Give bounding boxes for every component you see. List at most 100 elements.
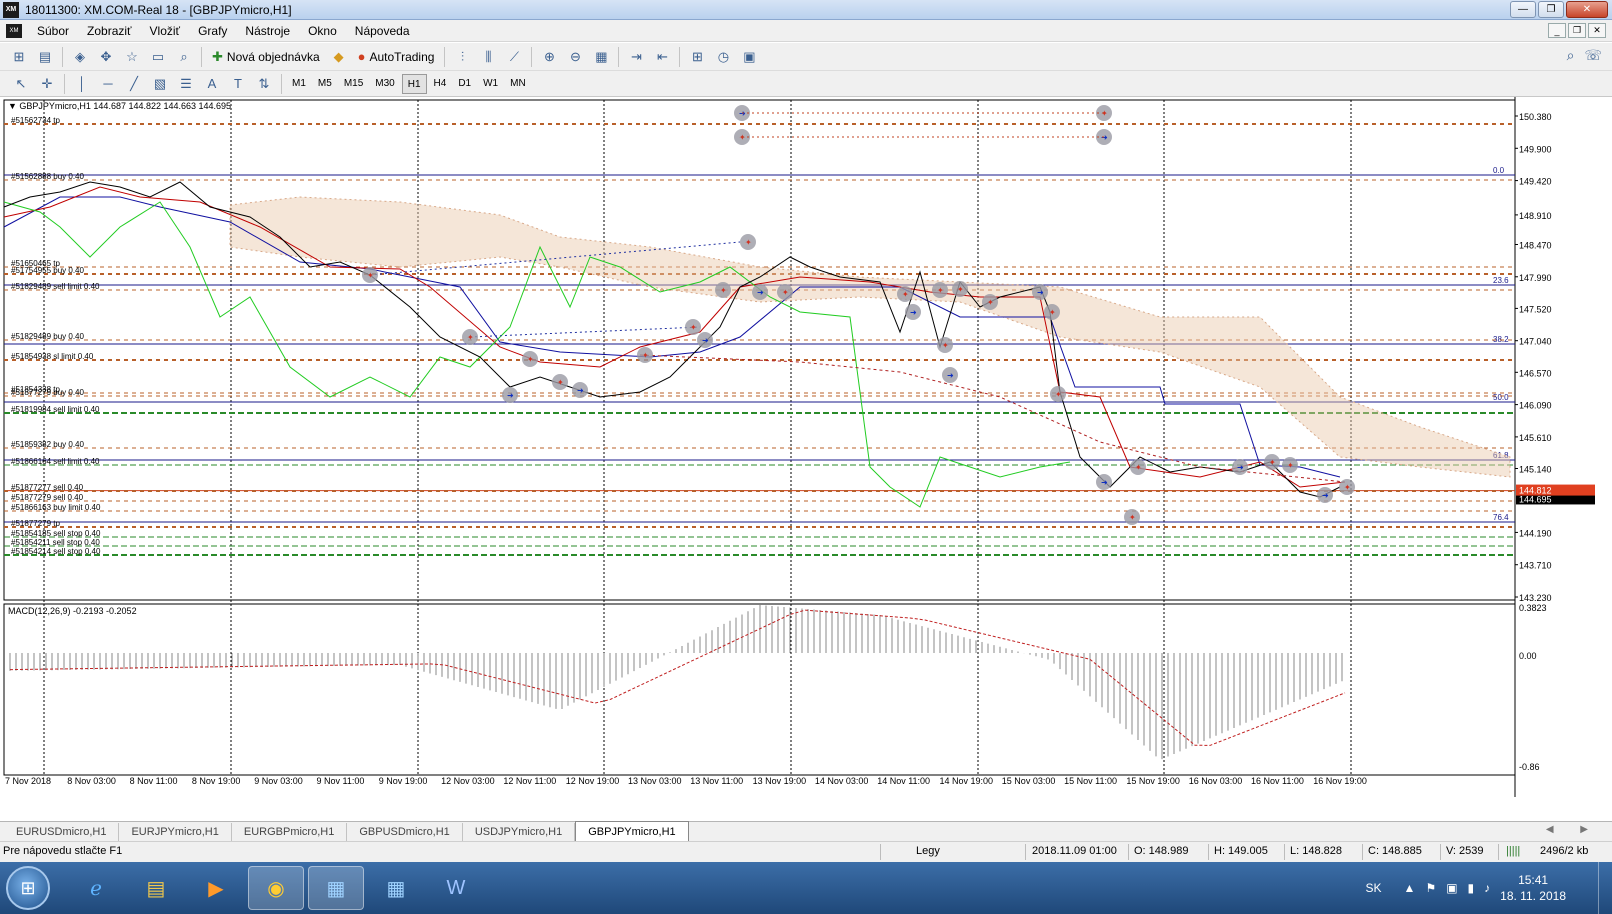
trade-arrow-icon: ✦ bbox=[942, 341, 949, 350]
trendline-icon[interactable]: ╱ bbox=[123, 73, 145, 95]
tray-expand-icon[interactable]: ▲ bbox=[1404, 881, 1416, 895]
arrows-icon[interactable]: ⇅ bbox=[253, 73, 275, 95]
periods-icon[interactable]: ◷ bbox=[712, 46, 734, 68]
trade-arrow-icon: ➜ bbox=[947, 371, 954, 380]
chrome-icon[interactable]: ◉ bbox=[248, 866, 304, 910]
metatrader-icon[interactable]: ▦ bbox=[308, 866, 364, 910]
macd-tick-label: 0.00 bbox=[1519, 651, 1537, 661]
app-logo-icon: XM bbox=[3, 1, 19, 18]
menu-insert[interactable]: Vložiť bbox=[141, 24, 190, 38]
menu-tools[interactable]: Nástroje bbox=[236, 24, 299, 38]
templates-icon[interactable]: ▣ bbox=[738, 46, 760, 68]
tab-gbpusd[interactable]: GBPUSDmicro,H1 bbox=[347, 823, 463, 841]
show-desktop-button[interactable] bbox=[1598, 862, 1612, 914]
tab-scroll-arrows[interactable]: ◀ ▶ bbox=[1546, 824, 1600, 835]
child-close-button[interactable]: ✕ bbox=[1588, 23, 1606, 38]
menu-window[interactable]: Okno bbox=[299, 24, 346, 38]
zoom-out-icon[interactable]: ⊖ bbox=[564, 46, 586, 68]
timeframe-mn[interactable]: MN bbox=[505, 74, 531, 94]
timeframe-w1[interactable]: W1 bbox=[478, 74, 503, 94]
order-label: #51829489 buy 0.40 bbox=[11, 332, 85, 341]
order-label: #51829489 sell limit 0.40 bbox=[11, 282, 100, 291]
tile-windows-icon[interactable]: ▦ bbox=[590, 46, 612, 68]
word-icon[interactable]: W bbox=[428, 866, 484, 910]
device-icon[interactable]: ▣ bbox=[1446, 881, 1457, 895]
fibonacci-icon[interactable]: ☰ bbox=[175, 73, 197, 95]
bar-chart-icon[interactable]: ⫶ bbox=[451, 46, 473, 68]
timeframe-m30[interactable]: M30 bbox=[370, 74, 399, 94]
price-tick-label: 146.090 bbox=[1519, 401, 1552, 411]
text-icon[interactable]: A bbox=[201, 73, 223, 95]
auto-scroll-icon[interactable]: ⇥ bbox=[625, 46, 647, 68]
timeframe-h1[interactable]: H1 bbox=[401, 73, 427, 94]
search-icon[interactable]: ⌕ bbox=[1567, 47, 1575, 64]
trade-arrow-icon: ✦ bbox=[527, 355, 534, 364]
menu-view[interactable]: Zobraziť bbox=[78, 24, 141, 38]
child-restore-button[interactable]: ❐ bbox=[1568, 23, 1586, 38]
time-tick-label: 8 Nov 03:00 bbox=[67, 776, 116, 786]
document-icon[interactable]: XM bbox=[6, 23, 22, 38]
timeframe-d1[interactable]: D1 bbox=[453, 74, 476, 94]
line-chart-icon[interactable]: ⟋ bbox=[503, 46, 525, 68]
strategy-tester-icon[interactable]: ⌕ bbox=[173, 46, 195, 68]
status-volume: V: 2539 bbox=[1446, 845, 1484, 857]
timeframe-h4[interactable]: H4 bbox=[429, 74, 452, 94]
new-order-button[interactable]: ✚ Nová objednávka bbox=[206, 46, 326, 68]
metatrader-2-icon[interactable]: ▦ bbox=[368, 866, 424, 910]
order-label: #51877279 tp bbox=[11, 519, 60, 528]
autotrading-icon: ● bbox=[357, 49, 366, 64]
trade-arrow-icon: ✦ bbox=[1287, 461, 1294, 470]
tab-eurjpy[interactable]: EURJPYmicro,H1 bbox=[119, 823, 232, 841]
volume-icon[interactable]: ♪ bbox=[1484, 881, 1490, 895]
menu-charts[interactable]: Grafy bbox=[189, 24, 236, 38]
order-label: #51854185 sell stop 0.40 bbox=[11, 529, 101, 538]
internet-explorer-icon[interactable]: ℯ bbox=[68, 866, 124, 910]
timeframe-m15[interactable]: M15 bbox=[339, 74, 368, 94]
candlestick-icon[interactable]: ⫼ bbox=[477, 46, 499, 68]
chart-canvas[interactable]: 150.380 149.900 149.420 148.910 148.470 147.9… bbox=[0, 97, 1612, 821]
connection-bars-icon: ||||| bbox=[1506, 845, 1521, 857]
chart-shift-icon[interactable]: ⇤ bbox=[651, 46, 673, 68]
file-explorer-icon[interactable]: ▤ bbox=[128, 866, 184, 910]
vertical-line-icon[interactable]: │ bbox=[71, 73, 93, 95]
market-watch-icon[interactable]: ◈ bbox=[69, 46, 91, 68]
timeframe-m5[interactable]: M5 bbox=[313, 74, 337, 94]
cursor-icon[interactable]: ↖ bbox=[10, 73, 32, 95]
indicators-icon[interactable]: ⊞ bbox=[686, 46, 708, 68]
maximize-button[interactable]: ❐ bbox=[1538, 1, 1564, 18]
terminal-icon[interactable]: ▭ bbox=[147, 46, 169, 68]
tab-usdjpy[interactable]: USDJPYmicro,H1 bbox=[463, 823, 576, 841]
zoom-in-icon[interactable]: ⊕ bbox=[538, 46, 560, 68]
timeframe-m1[interactable]: M1 bbox=[287, 74, 311, 94]
menu-file[interactable]: Súbor bbox=[28, 24, 78, 38]
chart-window[interactable]: 150.380 149.900 149.420 148.910 148.470 147.9… bbox=[0, 97, 1612, 821]
media-player-icon[interactable]: ▶ bbox=[188, 866, 244, 910]
autotrading-button[interactable]: ● AutoTrading bbox=[352, 46, 441, 68]
window-title: 18011300: XM.COM-Real 18 - [GBPJPYmicro,… bbox=[25, 2, 292, 17]
tab-eurusd[interactable]: EURUSDmicro,H1 bbox=[4, 823, 120, 841]
new-chart-icon[interactable]: ⊞ bbox=[8, 46, 30, 68]
text-label-icon[interactable]: T bbox=[227, 73, 249, 95]
start-button[interactable]: ⊞ bbox=[6, 866, 50, 910]
chat-icon[interactable]: ☏ bbox=[1584, 47, 1602, 64]
profiles-icon[interactable]: ▤ bbox=[34, 46, 56, 68]
channel-icon[interactable]: ▧ bbox=[149, 73, 171, 95]
close-button[interactable]: ✕ bbox=[1566, 1, 1608, 18]
crosshair-icon[interactable]: ✛ bbox=[36, 73, 58, 95]
horizontal-line-icon[interactable]: ─ bbox=[97, 73, 119, 95]
child-minimize-button[interactable]: _ bbox=[1548, 23, 1566, 38]
network-icon[interactable]: ▮ bbox=[1468, 881, 1475, 895]
language-indicator[interactable]: SK bbox=[1366, 881, 1382, 895]
metaeditor-icon[interactable]: ◆ bbox=[328, 46, 350, 68]
menu-help[interactable]: Nápoveda bbox=[346, 24, 419, 38]
flag-icon[interactable]: ⚑ bbox=[1425, 881, 1436, 895]
minimize-button[interactable]: — bbox=[1510, 1, 1536, 18]
time-tick-label: 13 Nov 03:00 bbox=[628, 776, 682, 786]
trade-arrow-icon: ✦ bbox=[1344, 483, 1351, 492]
trade-arrow-icon: ➜ bbox=[1322, 491, 1329, 500]
tab-gbpjpy[interactable]: GBPJPYmicro,H1 bbox=[575, 821, 689, 841]
data-window-icon[interactable]: ✥ bbox=[95, 46, 117, 68]
tab-eurgbp[interactable]: EURGBPmicro,H1 bbox=[232, 823, 348, 841]
clock[interactable]: 15:41 18. 11. 2018 bbox=[1500, 872, 1566, 904]
navigator-icon[interactable]: ☆ bbox=[121, 46, 143, 68]
